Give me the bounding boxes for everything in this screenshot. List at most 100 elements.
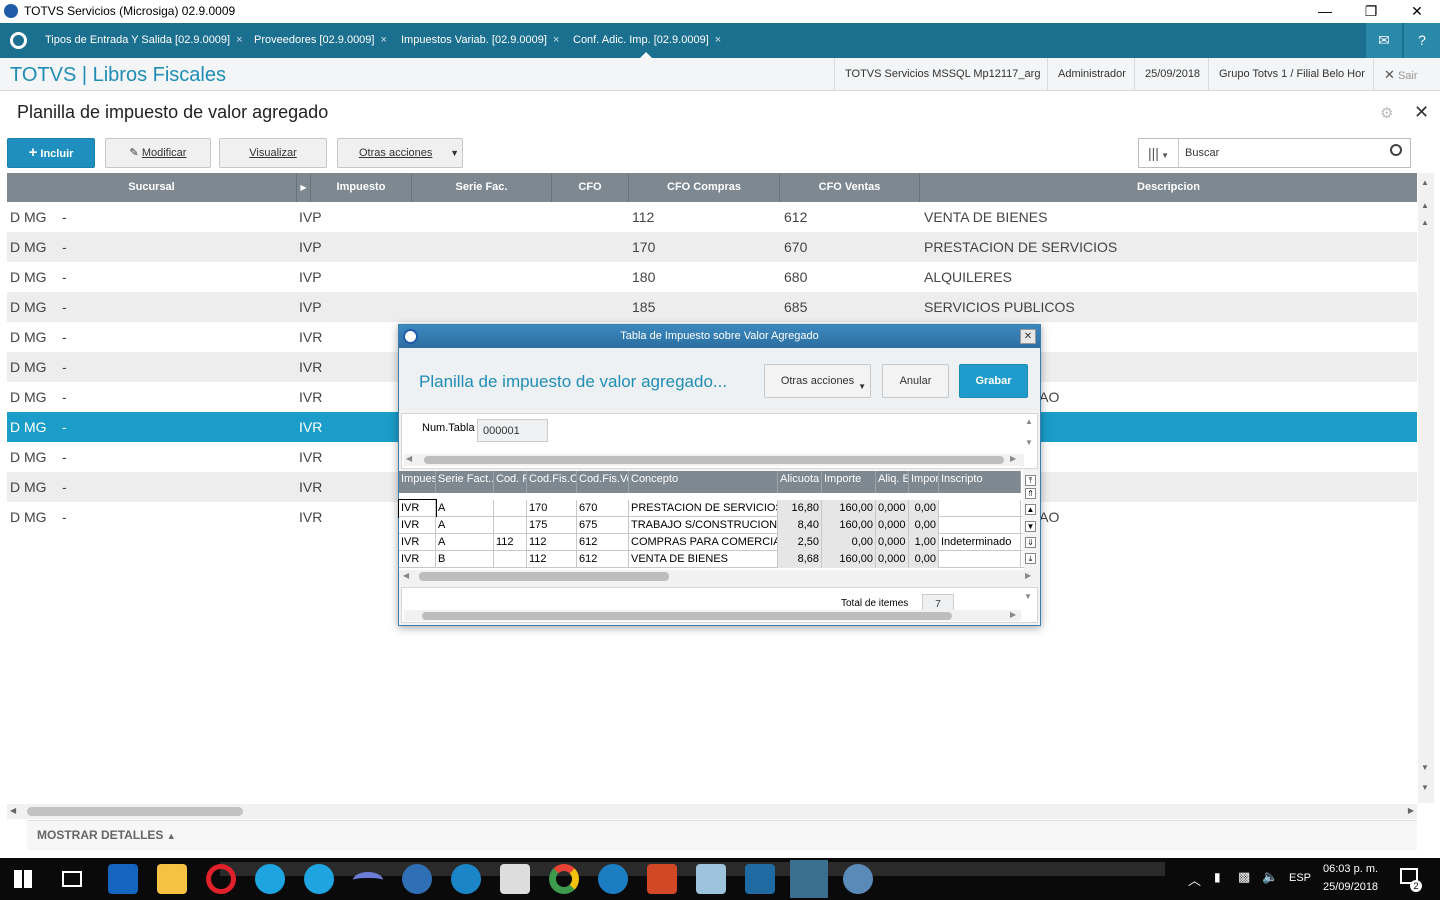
items-cell[interactable]	[494, 551, 527, 568]
items-column-header[interactable]: Impuesto	[399, 471, 436, 493]
snowflake-app-icon[interactable]	[598, 864, 628, 894]
items-cell[interactable]: TRABAJO S/CONSTRUCION	[629, 517, 778, 534]
home-hub-icon[interactable]	[10, 32, 27, 49]
dialog-close-button[interactable]: ✕	[1020, 329, 1036, 344]
items-column-header[interactable]: Concepto	[629, 471, 778, 493]
close-window-button[interactable]: ✕	[1394, 0, 1440, 23]
items-cell[interactable]: 675	[577, 517, 629, 534]
scroll-up-icon[interactable]: ▲	[1025, 417, 1033, 426]
items-cell[interactable]: 0,000	[876, 517, 909, 534]
form-horizontal-scrollbar[interactable]: ◀ ▶	[404, 454, 1024, 466]
task-view-icon[interactable]	[62, 871, 82, 887]
items-cell[interactable]: B	[436, 551, 494, 568]
scroll-up-icon[interactable]: ▲	[1421, 218, 1429, 227]
close-page-button[interactable]: ✕	[1414, 102, 1429, 123]
scroll-up-icon[interactable]: ▲	[1421, 201, 1429, 210]
items-cell[interactable]: A	[436, 500, 494, 517]
scroll-page-up-icon[interactable]: ⇑	[1025, 488, 1036, 499]
items-cell[interactable]: 175	[527, 517, 577, 534]
items-cell[interactable]: 0,00	[822, 534, 876, 551]
scroll-up-icon[interactable]: ▲	[1025, 504, 1036, 515]
outlook-icon[interactable]	[108, 864, 138, 894]
file-explorer-icon[interactable]	[157, 864, 187, 894]
totals-horizontal-scrollbar[interactable]: ▶	[404, 610, 1021, 621]
scroll-thumb[interactable]	[419, 572, 669, 581]
items-cell[interactable]: IVR	[399, 551, 436, 568]
mail-icon[interactable]: ✉	[1366, 23, 1402, 58]
items-cell[interactable]: PRESTACION DE SERVICIOS	[629, 500, 778, 517]
items-cell[interactable]: 612	[577, 551, 629, 568]
scroll-page-down-icon[interactable]: ⇓	[1025, 537, 1036, 548]
table-row[interactable]: D MG - IVP 180 680 ALQUILERES	[7, 262, 1417, 292]
items-cell[interactable]: 0,000	[876, 500, 909, 517]
items-column-header[interactable]: Alicuota	[778, 471, 822, 493]
items-column-header[interactable]: Cod. F	[494, 471, 527, 493]
num-tabla-field[interactable]: 000001	[477, 419, 548, 442]
items-column-header[interactable]: Cod.Fis.Ve	[577, 471, 629, 493]
items-column-header[interactable]: Aliq. E	[876, 471, 909, 493]
search-icon[interactable]	[1390, 144, 1402, 156]
items-cell[interactable]: 670	[577, 500, 629, 517]
table-row[interactable]: D MG - IVP 112 612 VENTA DE BIENES	[7, 202, 1417, 232]
items-column-header[interactable]: Inscripto	[939, 471, 1021, 493]
table-row[interactable]: IVR B 112 612 VENTA DE BIENES 8,68 160,00 0,000…	[399, 551, 1024, 568]
battery-icon[interactable]: ▮	[1214, 870, 1221, 884]
items-cell[interactable]: IVR	[399, 517, 436, 534]
column-header[interactable]: CFO	[552, 173, 629, 202]
items-cell[interactable]	[494, 500, 527, 517]
items-cell[interactable]: IVR	[398, 499, 437, 518]
notes-icon[interactable]	[696, 864, 726, 894]
scroll-bottom-icon[interactable]: ▼	[1421, 783, 1429, 792]
items-cell[interactable]: 8,40	[778, 517, 822, 534]
column-header[interactable]: Serie Fac.	[412, 173, 552, 202]
items-cell[interactable]	[939, 500, 1021, 517]
chevron-up-icon[interactable]: ︿	[1188, 870, 1201, 889]
items-cell[interactable]: 8,68	[778, 551, 822, 568]
items-cell[interactable]: 0,00	[909, 517, 939, 534]
items-column-header[interactable]: Cod.Fis.Co	[527, 471, 577, 493]
language-indicator[interactable]: ESP	[1289, 872, 1311, 884]
totvs-icon[interactable]	[451, 864, 481, 894]
tab-proveedores[interactable]: Proveedores [02.9.0009] ×	[248, 23, 393, 58]
items-cell[interactable]: 0,000	[876, 551, 909, 568]
modify-button[interactable]: ✎ Modificar	[105, 138, 211, 168]
scroll-left-icon[interactable]: ◀	[10, 806, 16, 815]
items-cell[interactable]: 0,00	[909, 551, 939, 568]
items-cell[interactable]: VENTA DE BIENES	[629, 551, 778, 568]
view-button[interactable]: Visualizar	[219, 138, 327, 168]
items-cell[interactable]: A	[436, 534, 494, 551]
items-cell[interactable]: 160,00	[822, 551, 876, 568]
save-button[interactable]: Grabar	[959, 364, 1028, 398]
items-cell[interactable]	[939, 551, 1021, 568]
network-icon[interactable]: ▩	[1238, 869, 1250, 885]
scroll-thumb[interactable]	[27, 807, 243, 816]
skype-icon[interactable]	[304, 864, 334, 894]
items-vertical-scrollbar[interactable]: ⤒ ⇑ ▲ ▼ ⇓ ⤓	[1023, 471, 1038, 566]
exit-button[interactable]: ✕ Sair	[1373, 58, 1428, 91]
include-button[interactable]: + Incluir	[7, 138, 95, 168]
scroll-down-icon[interactable]: ▼	[1025, 521, 1036, 532]
scroll-thumb[interactable]	[422, 612, 952, 620]
close-icon[interactable]: ×	[553, 34, 559, 46]
scroll-down-icon[interactable]: ▼	[1025, 438, 1033, 447]
table-row[interactable]: IVR A 170 670 PRESTACION DE SERVICIOS 16,80 16…	[398, 499, 1024, 518]
browser-app-icon[interactable]	[402, 864, 432, 894]
column-header[interactable]: CFO Ventas	[780, 173, 920, 202]
opera-icon[interactable]	[206, 864, 236, 894]
items-cell[interactable]: 112	[527, 551, 577, 568]
calculator-icon[interactable]	[500, 864, 530, 894]
minimize-button[interactable]: —	[1302, 0, 1348, 23]
skype-business-icon[interactable]	[255, 864, 285, 894]
items-cell[interactable]: 160,00	[822, 500, 876, 517]
items-cell[interactable]: 0,000	[876, 534, 909, 551]
items-cell[interactable]: 612	[577, 534, 629, 551]
gear-icon[interactable]: ⚙	[1380, 104, 1393, 122]
grid-horizontal-scrollbar[interactable]: ◀ ▶	[7, 804, 1417, 819]
items-cell[interactable]: 170	[527, 500, 577, 517]
tab-tipos-entrada[interactable]: Tipos de Entrada Y Salida [02.9.0009] ×	[39, 23, 249, 58]
grid-vertical-scrollbar[interactable]: ▲ ▲ ▲ ▼ ▼	[1418, 173, 1434, 803]
scroll-left-icon[interactable]: ◀	[403, 571, 409, 580]
column-header[interactable]: Descripcion	[920, 173, 1417, 202]
items-cell[interactable]: 112	[494, 534, 527, 551]
scroll-down-icon[interactable]: ▼	[1421, 763, 1429, 772]
